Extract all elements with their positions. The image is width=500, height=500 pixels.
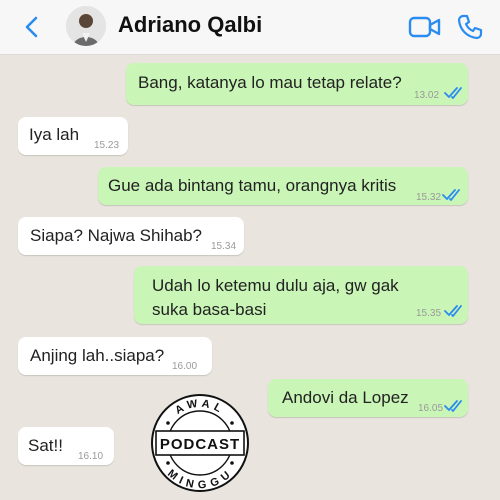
message-text: Bang, katanya lo mau tetap relate? [138, 73, 402, 92]
contact-name[interactable]: Adriano Qalbi [118, 12, 262, 38]
back-button[interactable] [20, 14, 46, 40]
message-time: 15.34 [211, 241, 237, 252]
message-incoming[interactable]: Siapa? Najwa Shihab? 15.34 [18, 217, 244, 255]
message-time: 16.05 [418, 403, 444, 414]
contact-avatar[interactable] [66, 6, 106, 46]
read-ticks-icon [444, 305, 462, 317]
message-incoming[interactable]: Sat!! 16.10 [18, 427, 114, 465]
message-incoming[interactable]: Iya lah 15.23 [18, 117, 128, 155]
message-text: Siapa? Najwa Shihab? [30, 226, 203, 245]
message-time: 16.00 [172, 361, 198, 372]
video-call-button[interactable] [408, 14, 442, 40]
message-outgoing[interactable]: Udah lo ketemu dulu aja, gw gak suka bas… [134, 266, 468, 324]
message-text: Sat!! [28, 436, 63, 455]
message-time: 13.02 [414, 90, 440, 101]
badge-middle-text: PODCAST [160, 436, 240, 453]
message-text: Anjing lah..siapa? [30, 346, 165, 365]
chat-header: Adriano Qalbi [0, 0, 500, 55]
message-time: 16.10 [78, 451, 104, 462]
message-time: 15.23 [94, 140, 120, 151]
message-text: Andovi da Lopez [282, 388, 409, 407]
message-time: 15.32 [416, 192, 442, 203]
voice-call-button[interactable] [456, 13, 484, 41]
message-outgoing[interactable]: Gue ada bintang tamu, orangnya kritis 15… [98, 167, 468, 205]
video-camera-icon [408, 16, 441, 38]
message-text: Iya lah [29, 125, 80, 144]
podcast-logo: AWAL MINGGU PODCAST [148, 391, 252, 495]
read-ticks-icon [444, 87, 462, 99]
phone-icon [457, 14, 483, 40]
read-ticks-icon [442, 189, 460, 201]
message-time: 15.35 [416, 308, 442, 319]
message-outgoing[interactable]: Bang, katanya lo mau tetap relate? 13.02 [126, 63, 468, 105]
read-ticks-icon [444, 400, 462, 412]
message-incoming[interactable]: Anjing lah..siapa? 16.00 [18, 337, 212, 375]
message-text: Gue ada bintang tamu, orangnya kritis [108, 176, 397, 195]
message-text: Udah lo ketemu dulu aja, gw gak suka bas… [152, 276, 399, 319]
message-outgoing[interactable]: Andovi da Lopez 16.05 [268, 379, 468, 417]
chevron-left-icon [25, 16, 38, 38]
